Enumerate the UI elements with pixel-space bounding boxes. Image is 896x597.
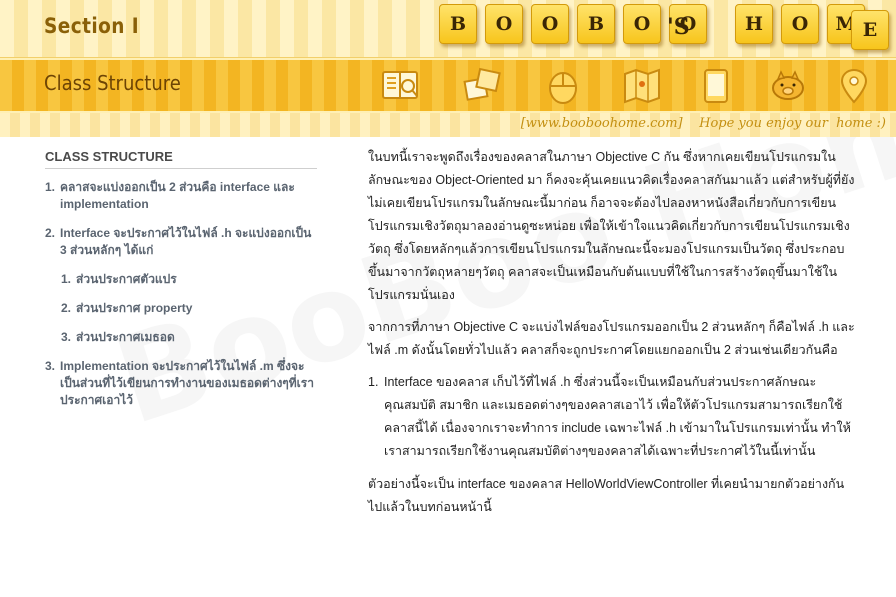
paragraph: จากการที่ภาษา Objective C จะแบ่งไฟล์ของโ… — [368, 320, 855, 357]
toc-number: 2. — [61, 301, 72, 315]
toc-subitem[interactable]: 1. ส่วนประกาศตัวแปร — [45, 271, 317, 288]
paragraph: ในบทนี้เราจะพูดถึงเรื่องของคลาสในภาษา Ob… — [368, 150, 855, 302]
book-icon[interactable] — [380, 66, 420, 106]
list-number: 1. — [368, 375, 379, 389]
logo-tile: O — [531, 4, 569, 44]
subsection-title: Class Structure — [44, 71, 181, 95]
site-logo[interactable]: B O O B O O 'S H O M E — [425, 4, 895, 54]
paragraph: ตัวอย่างนี้จะเป็น interface ของคลาส Hell… — [368, 477, 845, 514]
section-title: Section I — [44, 14, 140, 38]
toc-number: 1. — [45, 180, 56, 194]
photos-icon[interactable] — [462, 66, 502, 106]
toc-sidebar: CLASS STRUCTURE 1. คลาสจะแบ่งออกเป็น 2 ส… — [45, 149, 317, 421]
toc-link[interactable]: ส่วนประกาศ property — [76, 301, 192, 315]
header-top-band: Section I B O O B O O 'S H O M E — [0, 0, 896, 58]
logo-tile: O — [781, 4, 819, 44]
toc-number: 1. — [61, 272, 72, 286]
toc-number: 2. — [45, 226, 56, 240]
toc-link[interactable]: คลาสจะแบ่งออกเป็น 2 ส่วนคือ interface แล… — [60, 180, 295, 211]
logo-tile: B — [439, 4, 477, 44]
tablet-icon[interactable] — [696, 66, 736, 106]
toc-link[interactable]: Interface จะประกาศไว้ในไฟล์ .h จะแบ่งออก… — [60, 226, 311, 257]
site-tagline[interactable]: [www.booboohome.com] Hope you enjoy our … — [521, 116, 886, 131]
logo-tile: O — [623, 4, 661, 44]
logo-tile: E — [851, 10, 889, 50]
location-pin-icon[interactable] — [834, 66, 874, 106]
list-item-text: Interface ของคลาส เก็บไว้ที่ไฟล์ .h ซึ่ง… — [384, 375, 851, 458]
tagline-band: [www.booboohome.com] Hope you enjoy our … — [0, 113, 896, 137]
toc-number: 3. — [45, 359, 56, 373]
map-icon[interactable] — [622, 66, 662, 106]
logo-tile: O — [485, 4, 523, 44]
logo-apostrophe-s: 'S — [667, 14, 690, 40]
toc-link[interactable]: ส่วนประกาศเมธอด — [76, 330, 175, 344]
logo-tile: H — [735, 4, 773, 44]
mouse-icon[interactable] — [543, 66, 583, 106]
pig-icon[interactable] — [768, 66, 808, 106]
nav-band: Class Structure — [0, 58, 896, 113]
toc-item[interactable]: 2. Interface จะประกาศไว้ในไฟล์ .h จะแบ่ง… — [45, 225, 317, 259]
toc-number: 3. — [61, 330, 72, 344]
toc-heading: CLASS STRUCTURE — [45, 149, 317, 169]
toc-link[interactable]: ส่วนประกาศตัวแปร — [76, 272, 177, 286]
toc-item[interactable]: 3. Implementation จะประกาศไว้ในไฟล์ .m ซ… — [45, 358, 317, 409]
toc-subitem[interactable]: 2. ส่วนประกาศ property — [45, 300, 317, 317]
toc-link[interactable]: Implementation จะประกาศไว้ในไฟล์ .m ซึ่ง… — [60, 359, 314, 407]
article-body: ในบทนี้เราจะพูดถึงเรื่องของคลาสในภาษา Ob… — [368, 146, 858, 528]
list-item: 1. Interface ของคลาส เก็บไว้ที่ไฟล์ .h ซ… — [368, 371, 858, 463]
toc-subitem[interactable]: 3. ส่วนประกาศเมธอด — [45, 329, 317, 346]
logo-tile: B — [577, 4, 615, 44]
toc-item[interactable]: 1. คลาสจะแบ่งออกเป็น 2 ส่วนคือ interface… — [45, 179, 317, 213]
